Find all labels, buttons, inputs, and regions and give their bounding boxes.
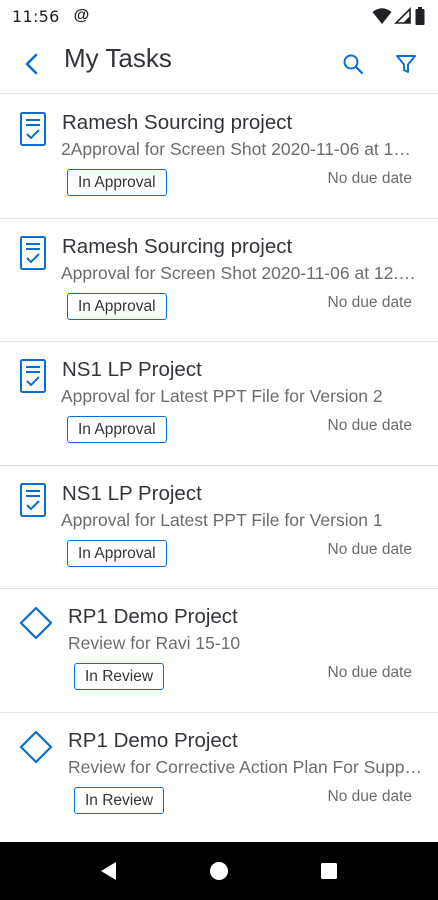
due-date: No due date (327, 664, 412, 681)
task-item[interactable]: Ramesh Sourcing project 2Approval for Sc… (0, 95, 438, 219)
system-nav-bar (0, 842, 438, 900)
battery-icon (415, 7, 425, 25)
search-button[interactable] (339, 50, 367, 78)
due-date: No due date (327, 787, 412, 805)
task-item[interactable]: RP1 Demo Project Review for Corrective A… (0, 712, 438, 836)
task-subtitle: Approval for Latest PPT File for Version… (61, 386, 383, 406)
status-badge: In Approval (67, 416, 167, 443)
cell-signal-icon (394, 7, 411, 24)
due-date: No due date (327, 540, 412, 558)
filter-button[interactable] (392, 50, 420, 78)
task-title: NS1 LP Project (62, 481, 202, 505)
due-date: No due date (327, 170, 412, 187)
task-item[interactable]: RP1 Demo Project Review for Ravi 15-10 I… (0, 589, 438, 713)
nav-home-icon (210, 862, 228, 880)
task-subtitle: Review for Ravi 15-10 (68, 633, 241, 653)
status-badge: In Approval (67, 292, 167, 320)
task-item[interactable]: NS1 LP Project Approval for Latest PPT F… (0, 465, 438, 589)
approval-document-icon (20, 235, 46, 270)
status-time: 11:56 (12, 6, 60, 26)
approval-document-icon (20, 359, 46, 393)
nav-recents-icon (321, 863, 337, 879)
search-icon (343, 54, 364, 75)
at-notification-icon: @ (73, 7, 90, 24)
status-badge: In Approval (67, 539, 167, 567)
task-title: Ramesh Sourcing project (62, 234, 293, 258)
task-title: NS1 LP Project (62, 358, 202, 381)
due-date: No due date (327, 417, 412, 434)
task-list: Ramesh Sourcing project 2Approval for Sc… (0, 95, 438, 836)
task-title: RP1 Demo Project (68, 728, 238, 752)
wifi-icon (372, 8, 392, 24)
task-title: Ramesh Sourcing project (62, 111, 293, 134)
review-diamond-icon (19, 730, 53, 763)
task-item[interactable]: Ramesh Sourcing project Approval for Scr… (0, 218, 438, 342)
task-title: RP1 Demo Project (68, 605, 238, 628)
due-date: No due date (327, 293, 412, 311)
status-badge: In Review (74, 786, 165, 814)
nav-back-icon (101, 862, 116, 880)
review-diamond-icon (19, 606, 53, 640)
status-bar: 11:56 @ (0, 0, 438, 32)
status-indicators (372, 6, 426, 26)
approval-document-icon (20, 112, 46, 146)
task-subtitle: Review for Corrective Action Plan For Su… (68, 756, 424, 777)
task-item[interactable]: NS1 LP Project Approval for Latest PPT F… (0, 342, 438, 466)
task-subtitle: Approval for Screen Shot 2020-11-06 at 1… (61, 262, 417, 283)
status-badge: In Approval (67, 169, 167, 196)
chevron-left-icon (25, 53, 38, 75)
nav-back-button[interactable] (94, 856, 124, 886)
nav-home-button[interactable] (204, 856, 234, 886)
filter-icon (396, 55, 416, 73)
status-badge: In Review (74, 663, 165, 690)
nav-recents-button[interactable] (314, 856, 344, 886)
task-subtitle: 2Approval for Screen Shot 2020-11-06 at … (61, 139, 417, 159)
app-header: My Tasks (0, 32, 438, 94)
approval-document-icon (20, 482, 46, 517)
page-title: My Tasks (64, 43, 172, 73)
back-button[interactable] (18, 50, 46, 78)
task-subtitle: Approval for Latest PPT File for Version… (61, 509, 383, 530)
